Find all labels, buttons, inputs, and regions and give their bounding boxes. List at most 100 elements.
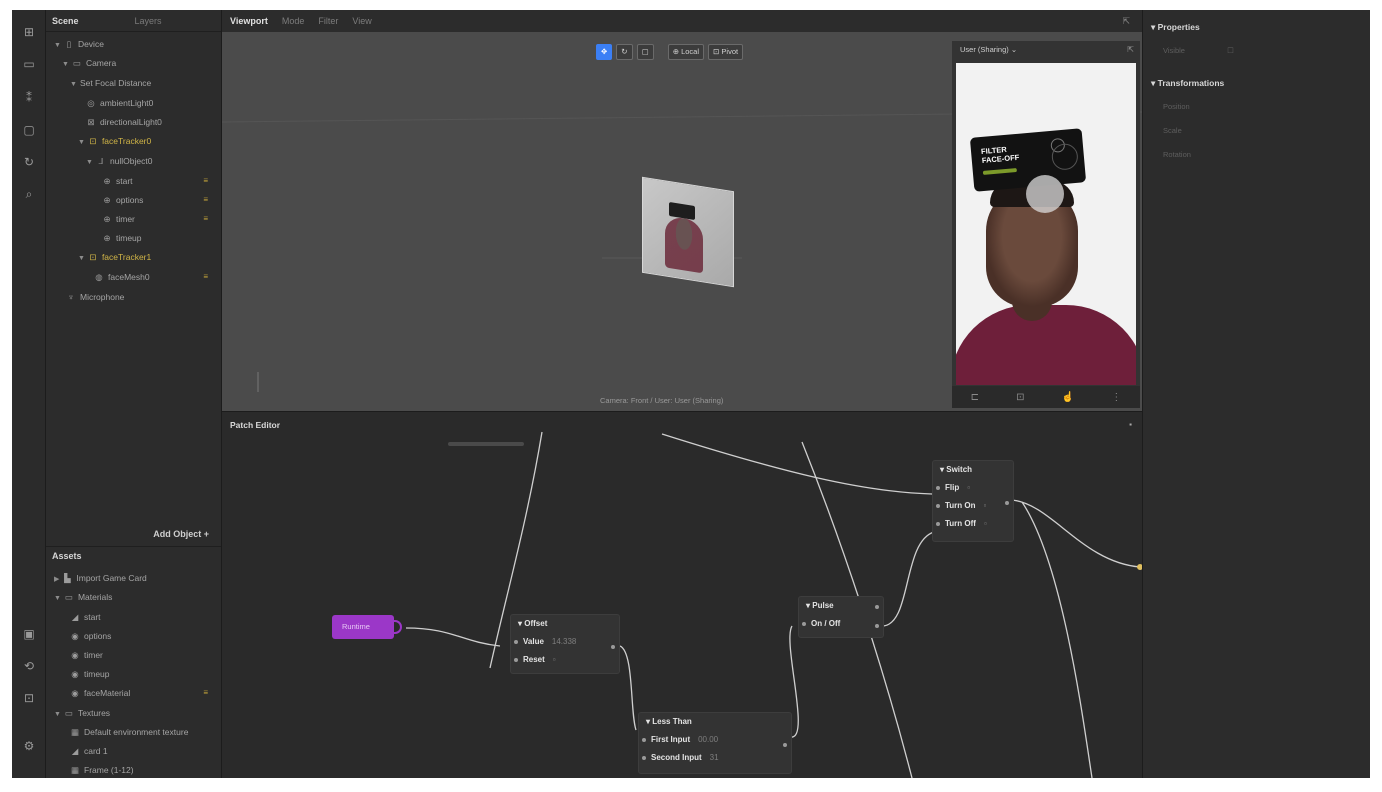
offset-reset-port[interactable]: Reset ▫ <box>511 651 619 669</box>
second-input-port[interactable]: Second Input 31 <box>639 749 791 767</box>
tree-label: faceTracker0 <box>101 136 152 146</box>
position-row[interactable]: Position <box>1163 102 1190 111</box>
checkbox-icon[interactable]: ☐ <box>1227 46 1234 55</box>
preview-selector[interactable]: User (Sharing) ⌄ <box>960 45 1017 54</box>
asset-item-options[interactable]: ◉ options <box>70 627 111 645</box>
tree-item-camera[interactable]: ▼ ▭ Camera <box>62 54 116 72</box>
face-tracker-icon: ⊡ <box>89 252 97 262</box>
add-object-button[interactable]: Add Object + <box>153 529 209 539</box>
record-icon[interactable]: ⊏ <box>971 392 979 403</box>
pulse-on-off-port[interactable]: On / Off <box>799 615 883 633</box>
expand-icon[interactable]: ▼ <box>86 159 93 166</box>
pulse-output-top-port[interactable] <box>875 605 879 609</box>
expand-icon[interactable]: ▼ <box>78 255 85 262</box>
tree-item-start[interactable]: ⊕ start ≡ <box>102 172 218 190</box>
tab-filter[interactable]: Filter <box>318 16 338 26</box>
expand-icon[interactable]: ▼ <box>54 42 61 49</box>
asset-folder-materials[interactable]: ▼ ▭ Materials <box>54 588 112 606</box>
refresh-icon[interactable]: ↻ <box>21 154 37 170</box>
pulse-node[interactable]: ▾ Pulse On / Off <box>798 596 884 638</box>
tree-label: faceMaterial <box>84 688 131 698</box>
expand-icon[interactable]: ▶ <box>54 576 59 583</box>
expand-icon[interactable]: ▼ <box>54 711 61 718</box>
share-icon[interactable]: ⟲ <box>21 658 37 674</box>
offset-output-port[interactable] <box>611 645 615 649</box>
external-icon[interactable]: ⇱ <box>1127 45 1134 54</box>
tab-view[interactable]: View <box>352 16 371 26</box>
scene-object-plane[interactable] <box>642 176 734 288</box>
tree-item-nullobject[interactable]: ▼ ⅃ nullObject0 <box>86 152 152 170</box>
tree-item-ambient-light[interactable]: ◎ ambientLight0 <box>86 94 153 112</box>
rotation-row[interactable]: Rotation <box>1163 150 1191 159</box>
settings-icon[interactable]: ⚙ <box>21 738 37 754</box>
tab-layers[interactable]: Layers <box>135 16 162 26</box>
filter-card-title: FILTER FACE-OFF <box>980 144 1020 166</box>
tree-label: Set Focal Distance <box>79 78 152 88</box>
asset-item-timer[interactable]: ◉ timer <box>70 646 103 664</box>
tree-item-focal-distance[interactable]: ▼ Set Focal Distance <box>70 74 151 92</box>
tab-viewport[interactable]: Viewport <box>230 16 268 26</box>
asset-folder-textures[interactable]: ▼ ▭ Textures <box>54 704 110 722</box>
tree-item-microphone[interactable]: ♆ Microphone <box>66 288 125 306</box>
asset-item-frame[interactable]: ▦ Frame (1-12) <box>70 761 134 778</box>
preview-screen[interactable]: FILTER FACE-OFF <box>956 63 1136 385</box>
switch-node[interactable]: ▾ Switch Flip ▫ Turn On ▫ Turn Off ▫ <box>932 460 1014 542</box>
tree-item-timer[interactable]: ⊕ timer ≡ <box>102 210 218 228</box>
tree-label: start <box>116 176 133 186</box>
tree-item-options[interactable]: ⊕ options ≡ <box>102 191 218 209</box>
tab-mode[interactable]: Mode <box>282 16 305 26</box>
device-icon[interactable]: ▣ <box>21 626 37 642</box>
asset-item-start[interactable]: ◢ start <box>70 608 101 626</box>
grid-icon[interactable]: ⊞ <box>21 24 37 40</box>
search-icon[interactable]: ⌕ <box>21 186 37 202</box>
null-object-icon: ⅃ <box>98 156 104 166</box>
asset-item-facematerial[interactable]: ◉ faceMaterial ≡ <box>70 684 218 702</box>
preview-header: User (Sharing) ⌄ ⇱ <box>952 41 1140 61</box>
asset-item-timeup[interactable]: ◉ timeup <box>70 665 109 683</box>
flip-camera-icon[interactable]: ⊡ <box>1016 392 1024 403</box>
export-icon[interactable]: ⊡ <box>21 690 37 706</box>
runtime-node[interactable]: Runtime <box>332 615 394 639</box>
visible-row[interactable]: Visible ☐ <box>1163 46 1234 55</box>
tab-scene[interactable]: Scene <box>52 16 79 26</box>
scale-row[interactable]: Scale <box>1163 126 1182 135</box>
viewport[interactable]: Viewport Mode Filter View ⇱ ✥ ↻ ▢ ⊕ Loca… <box>222 10 1142 412</box>
tree-item-facemesh[interactable]: ◍ faceMesh0 ≡ <box>94 268 218 286</box>
scene-tabs: Scene Layers <box>46 10 221 32</box>
square-icon[interactable]: ▢ <box>21 122 37 138</box>
pulse-icon: ▫ <box>983 519 987 528</box>
pulse-output-port[interactable] <box>875 624 879 628</box>
asset-item-game-card[interactable]: ▶ ▙ Import Game Card <box>54 569 147 587</box>
more-icon[interactable]: ⋮ <box>1111 392 1121 403</box>
tree-item-directional-light[interactable]: ⊠ directionalLight0 <box>86 113 162 131</box>
asset-item-card1[interactable]: ◢ card 1 <box>70 742 108 760</box>
folder-icon: ▭ <box>64 592 73 602</box>
tree-item-facetracker1[interactable]: ▼ ⊡ faceTracker1 <box>78 248 151 266</box>
less-than-output-port[interactable] <box>783 743 787 747</box>
offset-node[interactable]: ▾ Offset Value 14.338 Reset ▫ <box>510 614 620 674</box>
switch-output-port[interactable] <box>1005 501 1009 505</box>
first-input-port[interactable]: First Input 00.00 <box>639 731 791 749</box>
pulse-node-title: ▾ Pulse <box>806 601 834 610</box>
switch-turn-on-port[interactable]: Turn On ▫ <box>933 497 1013 515</box>
touch-icon[interactable]: ☝ <box>1062 392 1074 403</box>
linked-mark-icon: ≡ <box>203 688 208 697</box>
expand-icon[interactable]: ▼ <box>78 139 85 146</box>
expand-icon[interactable]: ▼ <box>62 61 69 68</box>
patch-editor[interactable]: Patch Editor ▪ Runtime ▾ Offset Value 14… <box>222 412 1142 778</box>
linked-mark-icon: ≡ <box>203 214 208 223</box>
tree-item-timeup[interactable]: ⊕ timeup <box>102 229 141 247</box>
patch-icon[interactable]: ⁑ <box>21 90 37 106</box>
offset-value-port[interactable]: Value 14.338 <box>511 633 619 651</box>
switch-turn-off-port[interactable]: Turn Off ▫ <box>933 515 1013 533</box>
less-than-node[interactable]: ▾ Less Than First Input 00.00 Second Inpu… <box>638 712 792 774</box>
camera-icon[interactable]: ▭ <box>21 56 37 72</box>
asset-item-env-texture[interactable]: ▦ Default environment texture <box>70 723 188 741</box>
expand-icon[interactable]: ▼ <box>70 81 77 88</box>
external-icon[interactable]: ⇱ <box>1122 16 1130 27</box>
switch-flip-port[interactable]: Flip ▫ <box>933 479 1013 497</box>
tree-label: directionalLight0 <box>100 117 162 127</box>
expand-icon[interactable]: ▼ <box>54 595 61 602</box>
tree-item-facetracker0[interactable]: ▼ ⊡ faceTracker0 <box>78 132 151 150</box>
tree-item-device[interactable]: ▼ ▯ Device <box>54 35 104 53</box>
